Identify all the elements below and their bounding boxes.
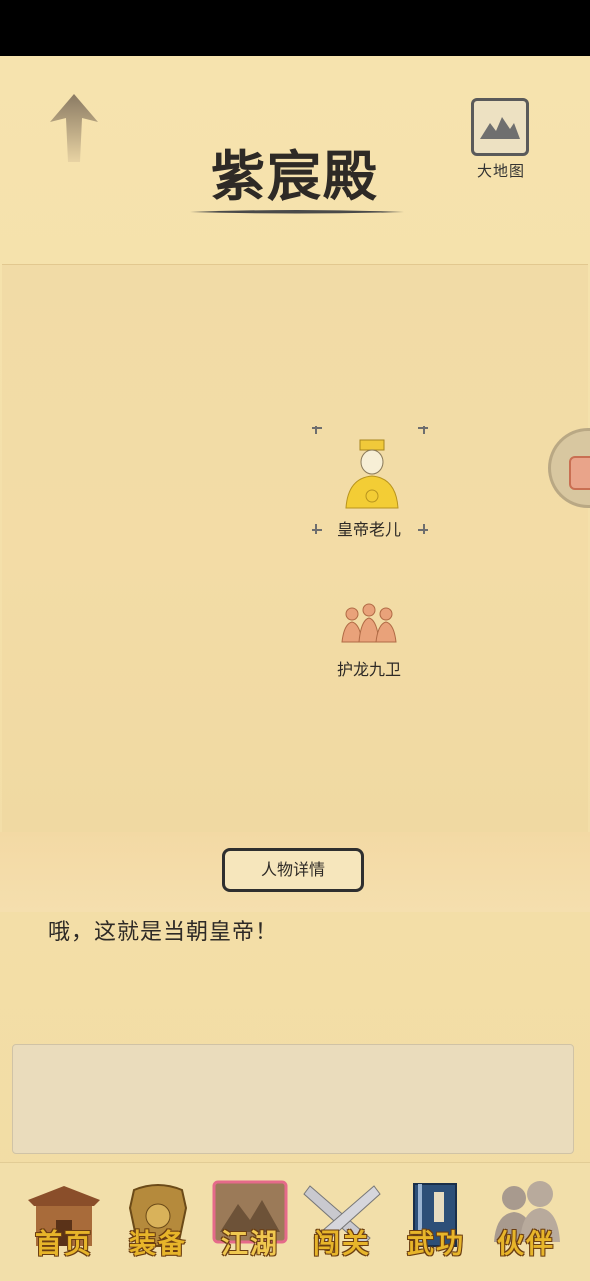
nav-equipment[interactable]: 装备 xyxy=(116,1176,200,1260)
nav-companions-label: 伙伴 xyxy=(497,1229,555,1260)
status-bar xyxy=(0,0,590,56)
character-detail-button[interactable]: 人物详情 xyxy=(222,848,364,892)
nav-jianghu-label: 江湖 xyxy=(221,1229,279,1260)
title-underline xyxy=(190,210,404,214)
nav-jianghu[interactable]: 江湖 xyxy=(208,1176,292,1260)
nav-martial-arts-label: 武功 xyxy=(407,1229,465,1260)
nav-home[interactable]: 首页 xyxy=(22,1176,106,1260)
gift-icon xyxy=(569,456,590,490)
log-box[interactable] xyxy=(12,1044,574,1154)
guards-npc-icon[interactable] xyxy=(338,602,400,644)
npc-name-emperor[interactable]: 皇帝老儿 xyxy=(309,516,429,540)
nav-challenge-label: 闯关 xyxy=(313,1229,371,1260)
location-title: 紫宸殿 xyxy=(211,144,379,208)
nav-home-label: 首页 xyxy=(35,1229,93,1260)
nav-equipment-label: 装备 xyxy=(129,1229,187,1260)
npc-name-guards[interactable]: 护龙九卫 xyxy=(309,656,429,680)
nav-companions[interactable]: 伙伴 xyxy=(484,1176,568,1260)
scene-map xyxy=(2,264,588,833)
emperor-npc-icon[interactable] xyxy=(340,438,404,510)
dialogue-message: 哦，这就是当朝皇帝！ xyxy=(48,920,279,945)
nav-challenge[interactable]: 闯关 xyxy=(300,1176,384,1260)
nav-martial-arts[interactable]: 武功 xyxy=(394,1176,478,1260)
